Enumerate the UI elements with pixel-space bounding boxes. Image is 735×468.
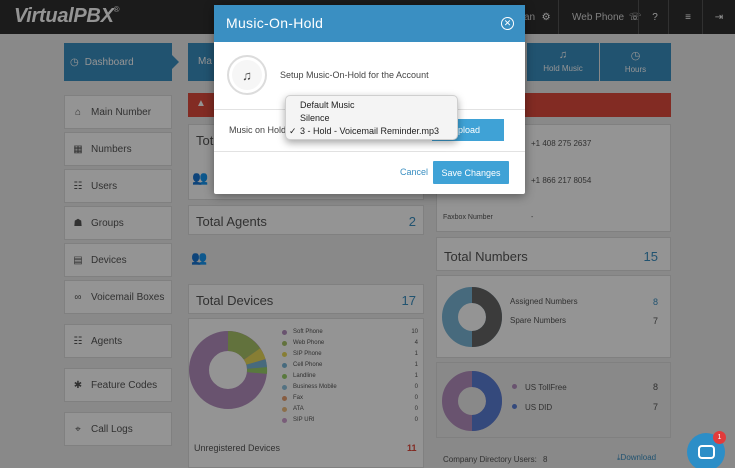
- upload-label: pload: [458, 125, 481, 135]
- select-option[interactable]: Silence: [300, 113, 330, 123]
- modal-description: Setup Music-On-Hold for the Account: [280, 70, 429, 80]
- chat-icon: [697, 445, 715, 459]
- select-option[interactable]: Default Music: [300, 100, 355, 110]
- music-note-icon: ♫: [227, 55, 267, 95]
- checkmark-icon: ✓: [289, 126, 297, 136]
- music-on-hold-select-menu[interactable]: Default Music Silence ✓ 3 - Hold - Voice…: [285, 95, 458, 140]
- save-changes-button[interactable]: Save Changes: [433, 161, 509, 184]
- modal-header: Music-On-Hold ✕: [214, 5, 525, 42]
- close-icon[interactable]: ✕: [501, 17, 514, 30]
- divider: [214, 151, 525, 152]
- modal-title: Music-On-Hold: [226, 15, 324, 31]
- music-on-hold-label: Music on Hold:: [229, 125, 289, 135]
- cancel-button[interactable]: Cancel: [400, 167, 428, 177]
- select-option-selected[interactable]: 3 - Hold - Voicemail Reminder.mp3: [300, 126, 439, 136]
- chat-notification-badge: 1: [713, 431, 726, 444]
